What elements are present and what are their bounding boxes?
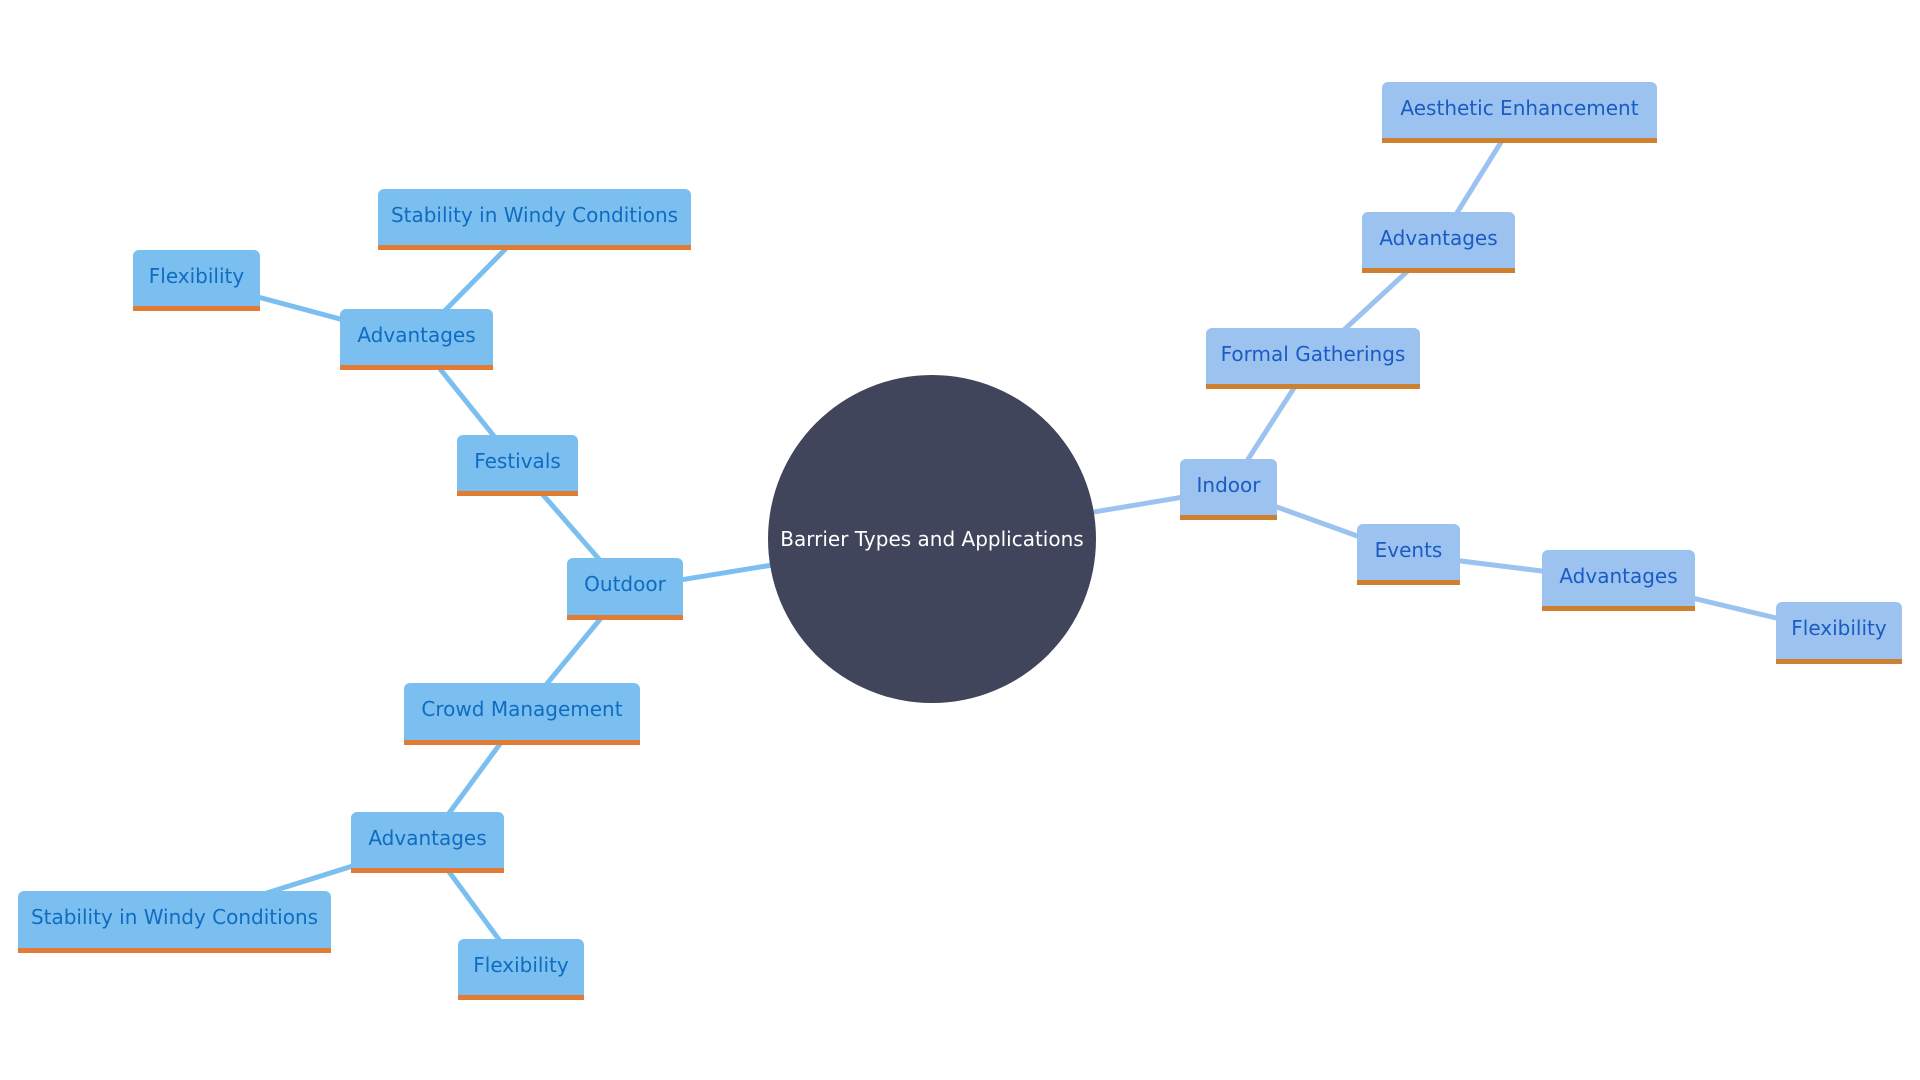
node-formal-aesthetic[interactable]: Aesthetic Enhancement (1382, 82, 1657, 143)
node-label: Formal Gatherings (1220, 341, 1406, 366)
node-events-flexibility[interactable]: Flexibility (1776, 602, 1902, 664)
node-label: Flexibility (473, 952, 569, 977)
node-festivals-stability[interactable]: Stability in Windy Conditions (378, 189, 691, 250)
node-label: Aesthetic Enhancement (1400, 95, 1639, 120)
node-crowd-advantages[interactable]: Advantages (351, 812, 504, 873)
node-label: Advantages (1379, 225, 1498, 250)
node-festivals-flexibility[interactable]: Flexibility (133, 250, 260, 311)
node-label: Advantages (357, 322, 476, 347)
node-label: Stability in Windy Conditions (390, 202, 679, 227)
node-crowd-stability[interactable]: Stability in Windy Conditions (18, 891, 331, 953)
node-events-advantages[interactable]: Advantages (1542, 550, 1695, 611)
node-festivals[interactable]: Festivals (457, 435, 578, 496)
node-festivals-advantages[interactable]: Advantages (340, 309, 493, 370)
node-label: Flexibility (148, 263, 245, 288)
node-label: Advantages (368, 825, 487, 850)
root-label: Barrier Types and Applications (780, 527, 1084, 551)
node-events[interactable]: Events (1357, 524, 1460, 585)
node-label: Crowd Management (421, 697, 623, 721)
node-crowd-management[interactable]: Crowd Management (404, 683, 640, 745)
node-crowd-flexibility[interactable]: Flexibility (458, 939, 584, 1000)
node-outdoor[interactable]: Outdoor (567, 558, 683, 620)
node-formal-gatherings[interactable]: Formal Gatherings (1206, 328, 1420, 389)
node-label: Indoor (1196, 472, 1261, 497)
node-label: Flexibility (1791, 616, 1887, 640)
node-label: Events (1374, 537, 1443, 562)
node-label: Stability in Windy Conditions (30, 905, 319, 929)
node-indoor[interactable]: Indoor (1180, 459, 1277, 520)
node-formal-advantages[interactable]: Advantages (1362, 212, 1515, 273)
root-node[interactable]: Barrier Types and Applications (768, 375, 1096, 703)
node-label: Outdoor (584, 572, 666, 596)
node-label: Festivals (474, 448, 561, 473)
node-label: Advantages (1559, 563, 1678, 588)
